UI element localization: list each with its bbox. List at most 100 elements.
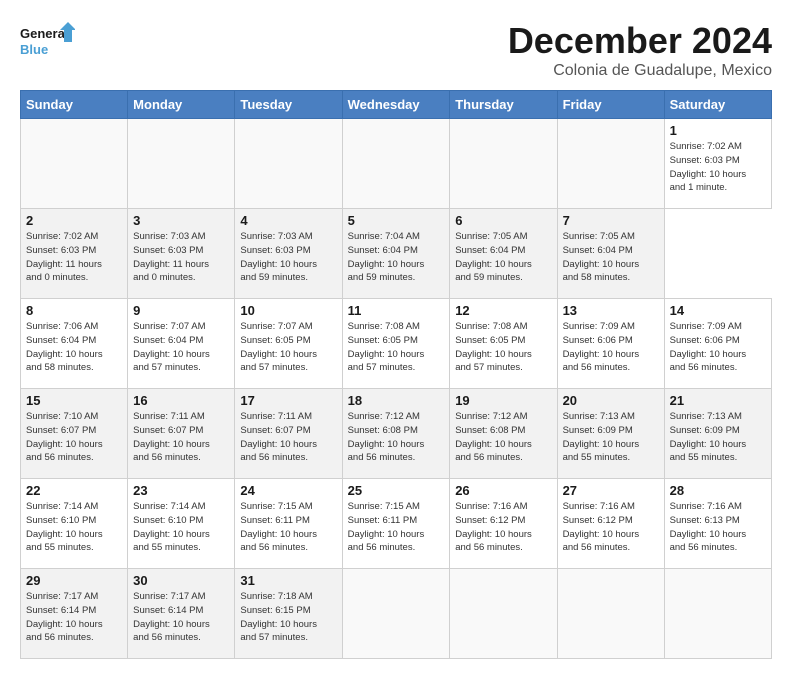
table-row: 31 Sunrise: 7:18 AMSunset: 6:15 PMDaylig…	[235, 569, 342, 659]
table-row: 7 Sunrise: 7:05 AMSunset: 6:04 PMDayligh…	[557, 209, 664, 299]
calendar-header-row: Sunday Monday Tuesday Wednesday Thursday…	[21, 91, 772, 119]
day-number: 20	[563, 393, 659, 408]
day-number: 9	[133, 303, 229, 318]
table-row	[342, 119, 450, 209]
table-row: 30 Sunrise: 7:17 AMSunset: 6:14 PMDaylig…	[128, 569, 235, 659]
day-info: Sunrise: 7:09 AMSunset: 6:06 PMDaylight:…	[563, 320, 659, 375]
table-row: 27 Sunrise: 7:16 AMSunset: 6:12 PMDaylig…	[557, 479, 664, 569]
table-row: 15 Sunrise: 7:10 AMSunset: 6:07 PMDaylig…	[21, 389, 128, 479]
calendar-week-3: 8 Sunrise: 7:06 AMSunset: 6:04 PMDayligh…	[21, 299, 772, 389]
day-number: 21	[670, 393, 766, 408]
table-row: 24 Sunrise: 7:15 AMSunset: 6:11 PMDaylig…	[235, 479, 342, 569]
day-info: Sunrise: 7:15 AMSunset: 6:11 PMDaylight:…	[240, 500, 336, 555]
table-row: 14 Sunrise: 7:09 AMSunset: 6:06 PMDaylig…	[664, 299, 771, 389]
header-monday: Monday	[128, 91, 235, 119]
day-info: Sunrise: 7:16 AMSunset: 6:12 PMDaylight:…	[563, 500, 659, 555]
day-info: Sunrise: 7:02 AMSunset: 6:03 PMDaylight:…	[26, 230, 122, 285]
table-row	[450, 119, 557, 209]
table-row: 21 Sunrise: 7:13 AMSunset: 6:09 PMDaylig…	[664, 389, 771, 479]
title-block: December 2024 Colonia de Guadalupe, Mexi…	[508, 20, 772, 80]
logo: General Blue	[20, 20, 75, 60]
day-info: Sunrise: 7:17 AMSunset: 6:14 PMDaylight:…	[133, 590, 229, 645]
table-row: 13 Sunrise: 7:09 AMSunset: 6:06 PMDaylig…	[557, 299, 664, 389]
day-number: 24	[240, 483, 336, 498]
day-number: 7	[563, 213, 659, 228]
day-info: Sunrise: 7:12 AMSunset: 6:08 PMDaylight:…	[348, 410, 445, 465]
calendar-week-6: 29 Sunrise: 7:17 AMSunset: 6:14 PMDaylig…	[21, 569, 772, 659]
day-number: 6	[455, 213, 551, 228]
table-row	[21, 119, 128, 209]
day-info: Sunrise: 7:16 AMSunset: 6:13 PMDaylight:…	[670, 500, 766, 555]
day-info: Sunrise: 7:03 AMSunset: 6:03 PMDaylight:…	[240, 230, 336, 285]
logo-svg: General Blue	[20, 20, 75, 60]
table-row: 16 Sunrise: 7:11 AMSunset: 6:07 PMDaylig…	[128, 389, 235, 479]
table-row	[557, 569, 664, 659]
day-info: Sunrise: 7:05 AMSunset: 6:04 PMDaylight:…	[563, 230, 659, 285]
day-number: 31	[240, 573, 336, 588]
table-row: 4 Sunrise: 7:03 AMSunset: 6:03 PMDayligh…	[235, 209, 342, 299]
table-row	[235, 119, 342, 209]
calendar-week-4: 15 Sunrise: 7:10 AMSunset: 6:07 PMDaylig…	[21, 389, 772, 479]
day-number: 17	[240, 393, 336, 408]
table-row	[342, 569, 450, 659]
month-title: December 2024	[508, 20, 772, 62]
day-number: 28	[670, 483, 766, 498]
day-number: 29	[26, 573, 122, 588]
day-info: Sunrise: 7:04 AMSunset: 6:04 PMDaylight:…	[348, 230, 445, 285]
header-saturday: Saturday	[664, 91, 771, 119]
calendar-week-2: 2 Sunrise: 7:02 AMSunset: 6:03 PMDayligh…	[21, 209, 772, 299]
table-row: 2 Sunrise: 7:02 AMSunset: 6:03 PMDayligh…	[21, 209, 128, 299]
table-row: 3 Sunrise: 7:03 AMSunset: 6:03 PMDayligh…	[128, 209, 235, 299]
day-info: Sunrise: 7:14 AMSunset: 6:10 PMDaylight:…	[26, 500, 122, 555]
day-number: 2	[26, 213, 122, 228]
day-info: Sunrise: 7:09 AMSunset: 6:06 PMDaylight:…	[670, 320, 766, 375]
day-number: 12	[455, 303, 551, 318]
day-info: Sunrise: 7:02 AMSunset: 6:03 PMDaylight:…	[670, 140, 766, 195]
day-number: 22	[26, 483, 122, 498]
day-number: 14	[670, 303, 766, 318]
day-info: Sunrise: 7:07 AMSunset: 6:05 PMDaylight:…	[240, 320, 336, 375]
day-number: 11	[348, 303, 445, 318]
table-row: 22 Sunrise: 7:14 AMSunset: 6:10 PMDaylig…	[21, 479, 128, 569]
day-number: 26	[455, 483, 551, 498]
header-sunday: Sunday	[21, 91, 128, 119]
table-row: 29 Sunrise: 7:17 AMSunset: 6:14 PMDaylig…	[21, 569, 128, 659]
day-number: 19	[455, 393, 551, 408]
day-info: Sunrise: 7:11 AMSunset: 6:07 PMDaylight:…	[133, 410, 229, 465]
day-info: Sunrise: 7:17 AMSunset: 6:14 PMDaylight:…	[26, 590, 122, 645]
day-info: Sunrise: 7:05 AMSunset: 6:04 PMDaylight:…	[455, 230, 551, 285]
day-info: Sunrise: 7:07 AMSunset: 6:04 PMDaylight:…	[133, 320, 229, 375]
day-number: 5	[348, 213, 445, 228]
day-number: 3	[133, 213, 229, 228]
day-info: Sunrise: 7:15 AMSunset: 6:11 PMDaylight:…	[348, 500, 445, 555]
day-info: Sunrise: 7:16 AMSunset: 6:12 PMDaylight:…	[455, 500, 551, 555]
page-header: General Blue December 2024 Colonia de Gu…	[20, 20, 772, 80]
day-info: Sunrise: 7:14 AMSunset: 6:10 PMDaylight:…	[133, 500, 229, 555]
day-number: 25	[348, 483, 445, 498]
day-number: 4	[240, 213, 336, 228]
table-row	[128, 119, 235, 209]
table-row: 11 Sunrise: 7:08 AMSunset: 6:05 PMDaylig…	[342, 299, 450, 389]
day-info: Sunrise: 7:11 AMSunset: 6:07 PMDaylight:…	[240, 410, 336, 465]
table-row: 26 Sunrise: 7:16 AMSunset: 6:12 PMDaylig…	[450, 479, 557, 569]
header-wednesday: Wednesday	[342, 91, 450, 119]
table-row: 18 Sunrise: 7:12 AMSunset: 6:08 PMDaylig…	[342, 389, 450, 479]
table-row	[450, 569, 557, 659]
day-info: Sunrise: 7:06 AMSunset: 6:04 PMDaylight:…	[26, 320, 122, 375]
calendar-week-5: 22 Sunrise: 7:14 AMSunset: 6:10 PMDaylig…	[21, 479, 772, 569]
day-info: Sunrise: 7:18 AMSunset: 6:15 PMDaylight:…	[240, 590, 336, 645]
table-row: 17 Sunrise: 7:11 AMSunset: 6:07 PMDaylig…	[235, 389, 342, 479]
table-row: 28 Sunrise: 7:16 AMSunset: 6:13 PMDaylig…	[664, 479, 771, 569]
day-number: 18	[348, 393, 445, 408]
table-row: 5 Sunrise: 7:04 AMSunset: 6:04 PMDayligh…	[342, 209, 450, 299]
header-tuesday: Tuesday	[235, 91, 342, 119]
table-row: 8 Sunrise: 7:06 AMSunset: 6:04 PMDayligh…	[21, 299, 128, 389]
header-friday: Friday	[557, 91, 664, 119]
day-info: Sunrise: 7:08 AMSunset: 6:05 PMDaylight:…	[348, 320, 445, 375]
table-row: 23 Sunrise: 7:14 AMSunset: 6:10 PMDaylig…	[128, 479, 235, 569]
day-info: Sunrise: 7:10 AMSunset: 6:07 PMDaylight:…	[26, 410, 122, 465]
day-number: 13	[563, 303, 659, 318]
svg-text:Blue: Blue	[20, 42, 48, 57]
day-number: 27	[563, 483, 659, 498]
table-row: 6 Sunrise: 7:05 AMSunset: 6:04 PMDayligh…	[450, 209, 557, 299]
